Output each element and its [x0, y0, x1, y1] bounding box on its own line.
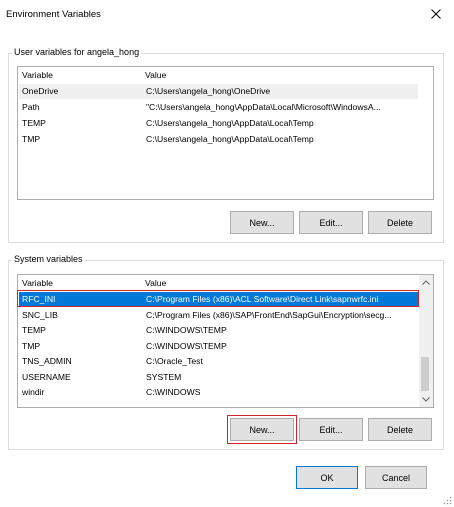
column-header-variable[interactable]: Variable — [22, 70, 53, 80]
user-variables-label: User variables for angela_hong — [12, 47, 142, 57]
user-new-button[interactable]: New... — [230, 211, 294, 234]
variable-value: C:\Users\angela_hong\OneDrive — [146, 86, 271, 96]
column-header-value[interactable]: Value — [145, 278, 166, 288]
variable-value: C:\WINDOWS\TEMP — [146, 341, 227, 351]
variable-name: TNS_ADMIN — [22, 356, 72, 366]
scroll-down-button[interactable] — [419, 392, 433, 406]
system-variables-label: System variables — [12, 254, 85, 264]
column-header-value[interactable]: Value — [145, 70, 166, 80]
variable-value: C:\Users\angela_hong\AppData\Local\Temp — [146, 118, 314, 128]
chevron-up-icon — [422, 279, 430, 285]
variable-value: C:\Oracle_Test — [146, 356, 203, 366]
environment-variables-dialog: Environment Variables User variables for… — [0, 0, 454, 507]
system-var-row-snc-lib[interactable]: SNC_LIB C:\Program Files (x86)\SAP\Front… — [19, 308, 418, 323]
ok-button[interactable]: OK — [296, 466, 358, 489]
variable-name: TMP — [22, 134, 41, 144]
system-var-row-tns-admin[interactable]: TNS_ADMIN C:\Oracle_Test — [19, 354, 418, 369]
variable-name: Path — [22, 102, 40, 112]
selected-row-highlight — [17, 290, 419, 307]
variable-name: windir — [22, 387, 45, 397]
variable-value: C:\WINDOWS\TEMP — [146, 325, 227, 335]
variable-value: C:\WINDOWS — [146, 387, 201, 397]
column-header-variable[interactable]: Variable — [22, 278, 53, 288]
variable-name: OneDrive — [22, 86, 59, 96]
list-header: Variable Value — [18, 67, 433, 83]
system-edit-button[interactable]: Edit... — [299, 418, 363, 441]
chevron-down-icon — [422, 396, 430, 402]
resize-grip-icon[interactable] — [442, 495, 452, 505]
variable-name: TEMP — [22, 325, 46, 335]
variable-name: TMP — [22, 341, 41, 351]
variable-name: USERNAME — [22, 372, 71, 382]
scroll-up-button[interactable] — [419, 275, 433, 289]
system-delete-button[interactable]: Delete — [368, 418, 432, 441]
scroll-thumb[interactable] — [421, 357, 429, 391]
close-icon — [431, 9, 441, 19]
variable-value: C:\Program Files (x86)\SAP\FrontEnd\SapG… — [146, 310, 392, 320]
user-var-row-path[interactable]: Path "C:\Users\angela_hong\AppData\Local… — [19, 100, 418, 115]
user-var-row-tmp[interactable]: TMP C:\Users\angela_hong\AppData\Local\T… — [19, 132, 418, 147]
system-var-row-tmp[interactable]: TMP C:\WINDOWS\TEMP — [19, 339, 418, 354]
user-var-row-temp[interactable]: TEMP C:\Users\angela_hong\AppData\Local\… — [19, 116, 418, 131]
system-var-row-username[interactable]: USERNAME SYSTEM — [19, 370, 418, 385]
variable-value: C:\Users\angela_hong\AppData\Local\Temp — [146, 134, 314, 144]
close-button[interactable] — [422, 4, 450, 24]
cancel-button[interactable]: Cancel — [365, 466, 427, 489]
user-var-row-onedrive[interactable]: OneDrive C:\Users\angela_hong\OneDrive — [19, 84, 418, 99]
variable-value: SYSTEM — [146, 372, 182, 382]
system-var-row-temp[interactable]: TEMP C:\WINDOWS\TEMP — [19, 323, 418, 338]
variable-name: SNC_LIB — [22, 310, 58, 320]
user-edit-button[interactable]: Edit... — [299, 211, 363, 234]
list-header: Variable Value — [18, 275, 433, 291]
system-var-row-windir[interactable]: windir C:\WINDOWS — [19, 385, 418, 400]
variable-value: "C:\Users\angela_hong\AppData\Local\Micr… — [146, 102, 381, 112]
new-button-highlight — [227, 415, 297, 444]
window-title: Environment Variables — [6, 9, 101, 20]
system-list-scrollbar[interactable] — [419, 275, 433, 407]
user-delete-button[interactable]: Delete — [368, 211, 432, 234]
title-bar: Environment Variables — [0, 0, 454, 28]
user-variables-list[interactable]: Variable Value OneDrive C:\Users\angela_… — [17, 66, 434, 200]
variable-name: TEMP — [22, 118, 46, 128]
